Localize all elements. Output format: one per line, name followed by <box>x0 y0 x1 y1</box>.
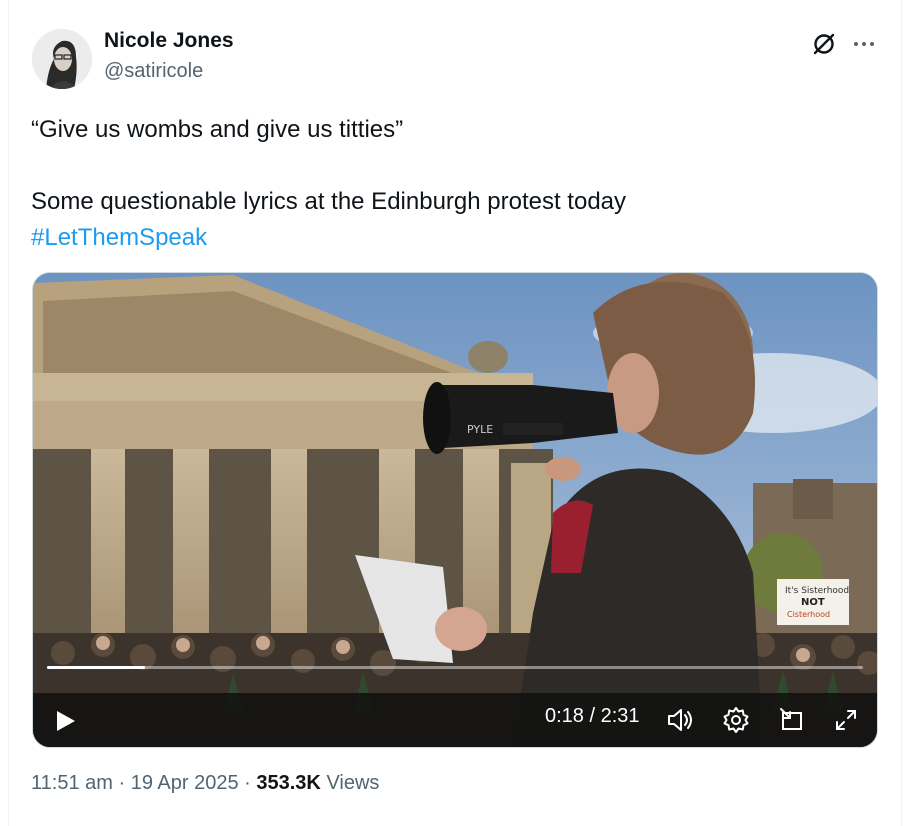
volume-icon[interactable] <box>665 705 695 735</box>
sign-text-3: Cisterhood <box>787 610 830 619</box>
avatar[interactable] <box>32 29 92 89</box>
meta-separator: · <box>118 772 126 794</box>
views-count: 353.3K <box>256 772 321 794</box>
views-label: Views <box>326 772 380 794</box>
tweet-text: “Give us wombs and give us titties” Some… <box>31 112 851 256</box>
video-player[interactable]: It's Sisterhood NOT Cisterhood PYLE 0:18… <box>32 272 878 748</box>
sign-text-1: It's Sisterhood <box>785 586 849 596</box>
fullscreen-icon[interactable] <box>831 705 861 735</box>
settings-icon[interactable] <box>721 705 751 735</box>
video-progress-fill <box>47 666 145 669</box>
more-options-icon[interactable] <box>850 32 878 56</box>
tweet-meta: 11:51 am · 19 Apr 2025 · 353.3K Views <box>31 772 379 795</box>
video-controls: 0:18 / 2:31 <box>33 693 877 747</box>
tweet-date[interactable]: 19 Apr 2025 <box>131 772 239 794</box>
tweet-text-line1: “Give us wombs and give us titties” <box>31 116 404 143</box>
play-icon[interactable] <box>51 707 79 735</box>
meta-separator: · <box>244 772 251 794</box>
avatar-image <box>32 29 92 89</box>
author-name[interactable]: Nicole Jones <box>104 29 234 53</box>
grok-icon[interactable] <box>810 30 838 58</box>
author-handle[interactable]: @satiricole <box>104 60 203 83</box>
sign-text-2: NOT <box>801 597 825 608</box>
video-frame: It's Sisterhood NOT Cisterhood PYLE <box>33 273 877 747</box>
video-time: 0:18 / 2:31 <box>545 705 640 727</box>
pip-icon[interactable] <box>777 705 807 735</box>
tweet-time[interactable]: 11:51 am <box>31 772 113 794</box>
hashtag-link[interactable]: #LetThemSpeak <box>31 224 207 251</box>
tweet-text-line2: Some questionable lyrics at the Edinburg… <box>31 188 627 215</box>
video-progress-bar[interactable] <box>47 666 863 669</box>
megaphone-brand-text: PYLE <box>467 423 493 436</box>
